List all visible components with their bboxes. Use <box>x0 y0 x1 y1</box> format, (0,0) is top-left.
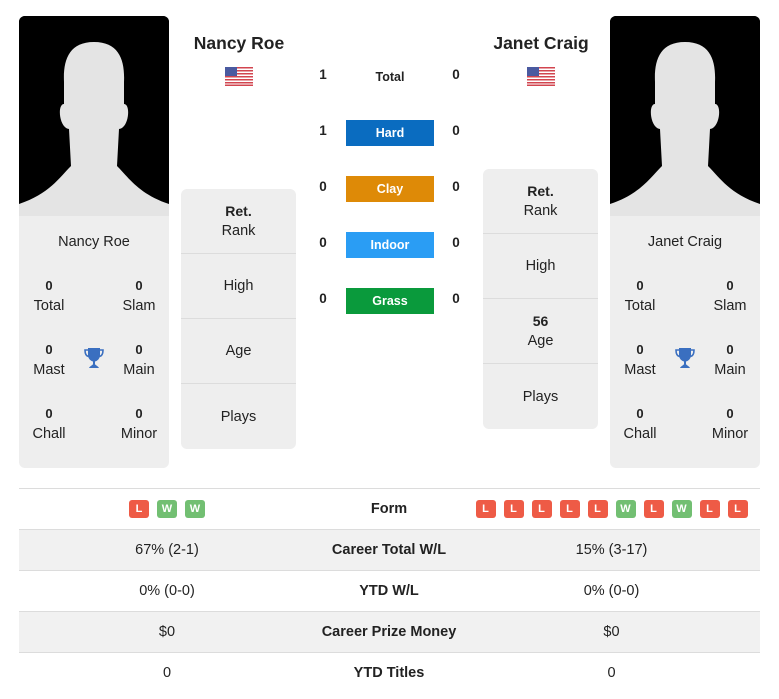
form-left: LWW <box>19 489 315 529</box>
form-badge-loss[interactable]: L <box>559 500 580 518</box>
h2h-row-grass: 0 Grass 0 <box>300 288 480 314</box>
titles-main: 0 Main <box>123 342 155 378</box>
titles-grid: 0 Total 0 Slam 0 Mast 0 Main 0 Chall 0 M… <box>610 254 760 468</box>
titles-total: 0 Total <box>624 278 656 314</box>
player-name: Nancy Roe <box>58 234 130 250</box>
surface-badge-indoor[interactable]: Indoor <box>346 232 434 258</box>
form-badge-loss[interactable]: L <box>129 500 149 518</box>
titles-slam: 0 Slam <box>713 278 747 314</box>
table-row: $0 Career Prize Money $0 <box>19 612 760 653</box>
table-row-form: LWW Form LLLLLWLWLL <box>19 489 760 530</box>
player-right-name-link[interactable]: Janet Craig <box>466 33 616 54</box>
player-photo-placeholder <box>19 16 169 216</box>
player-photo-placeholder <box>610 16 760 216</box>
player-name: Janet Craig <box>647 234 723 250</box>
table-row: 0 YTD Titles 0 <box>19 653 760 694</box>
table-row: 67% (2-1) Career Total W/L 15% (3-17) <box>19 530 760 571</box>
titles-slam: 0 Slam <box>122 278 156 314</box>
surface-badge-hard[interactable]: Hard <box>346 120 434 146</box>
form-badge-loss[interactable]: L <box>587 500 608 518</box>
form-badge-win[interactable]: W <box>157 500 177 518</box>
titles-chall: 0 Chall <box>623 406 657 442</box>
info-age: 56 Age <box>483 299 598 364</box>
info-rank: Ret. Rank <box>181 189 296 254</box>
player-left-name-link[interactable]: Nancy Roe <box>164 33 314 54</box>
silhouette-icon <box>19 16 169 216</box>
us-flag-icon <box>527 67 555 86</box>
form-badge-loss[interactable]: L <box>643 500 664 518</box>
info-age: Age <box>181 319 296 384</box>
form-badge-loss[interactable]: L <box>727 500 748 518</box>
titles-chall: 0 Chall <box>32 406 66 442</box>
row-label: YTD W/L <box>359 583 419 599</box>
titles-grid: 0 Total 0 Slam 0 Mast 0 Main 0 Chall 0 M… <box>19 254 169 468</box>
info-plays: Plays <box>522 388 559 405</box>
trophy-icon <box>84 348 104 368</box>
titles-minor: 0 Minor <box>711 406 749 442</box>
form-badge-loss[interactable]: L <box>503 500 524 518</box>
info-high: High <box>483 234 598 299</box>
form-badge-win[interactable]: W <box>185 500 205 518</box>
player-card-left: Nancy Roe 0 Total 0 Slam 0 Mast 0 Main 0… <box>19 16 169 468</box>
player-card-right: Janet Craig 0 Total 0 Slam 0 Mast 0 Main… <box>610 16 760 468</box>
row-label: Form <box>370 501 408 517</box>
h2h-row-indoor: 0 Indoor 0 <box>300 232 480 258</box>
titles-main: 0 Main <box>714 342 746 378</box>
form-badge-loss[interactable]: L <box>531 500 552 518</box>
row-label: YTD Titles <box>353 665 425 681</box>
player-right-info: Ret. Rank High 56 Age Plays <box>483 169 598 429</box>
form-badge-loss[interactable]: L <box>475 500 496 518</box>
form-badge-win[interactable]: W <box>615 500 636 518</box>
surface-badge-clay[interactable]: Clay <box>346 176 434 202</box>
titles-mast: 0 Mast <box>624 342 656 378</box>
silhouette-icon <box>610 16 760 216</box>
titles-mast: 0 Mast <box>33 342 65 378</box>
table-row: 0% (0-0) YTD W/L 0% (0-0) <box>19 571 760 612</box>
info-high: High <box>181 254 296 319</box>
titles-total: 0 Total <box>33 278 65 314</box>
row-label: Career Prize Money <box>321 624 457 640</box>
stats-table: LWW Form LLLLLWLWLL 67% (2-1) Career Tot… <box>19 488 760 694</box>
titles-minor: 0 Minor <box>120 406 158 442</box>
h2h-row-clay: 0 Clay 0 <box>300 176 480 202</box>
h2h-row-hard: 1 Hard 0 <box>300 120 480 146</box>
info-rank: Ret. Rank <box>483 169 598 234</box>
form-badge-loss[interactable]: L <box>699 500 720 518</box>
row-label: Career Total W/L <box>331 542 447 558</box>
form-right: LLLLLWLWLL <box>463 489 760 529</box>
trophy-icon <box>675 348 695 368</box>
info-plays: Plays <box>220 408 257 425</box>
h2h-row-total: 1 Total 0 <box>300 64 480 90</box>
us-flag-icon <box>225 67 253 86</box>
surface-label-total: Total <box>375 70 405 84</box>
player-left-info: Ret. Rank High Age Plays <box>181 189 296 449</box>
form-badge-win[interactable]: W <box>671 500 692 518</box>
surface-badge-grass[interactable]: Grass <box>346 288 434 314</box>
